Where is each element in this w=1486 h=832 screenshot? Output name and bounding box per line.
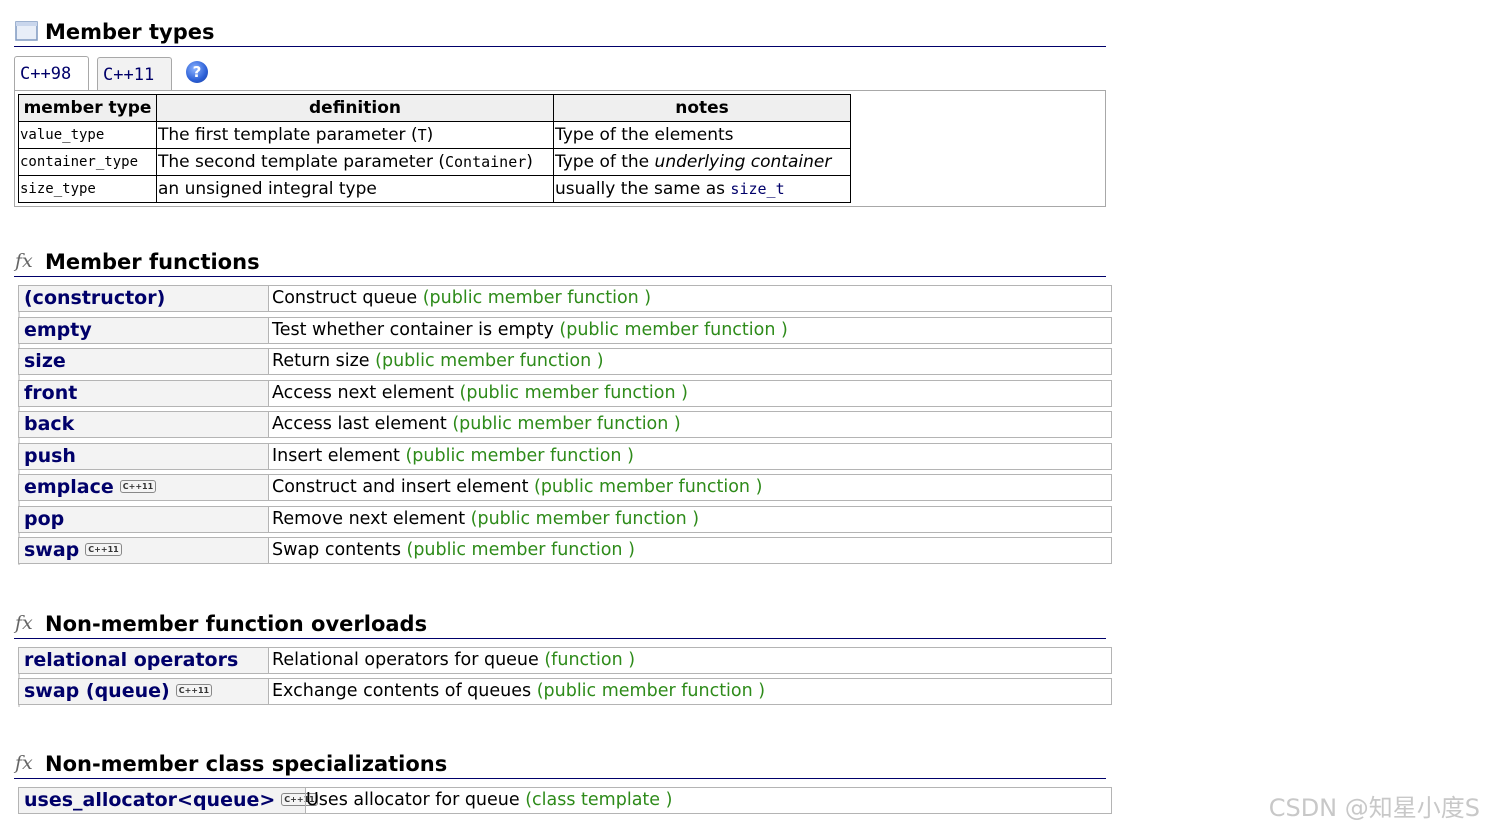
column-header: member type bbox=[18, 94, 157, 122]
list-item: (constructor) Construct queue (public me… bbox=[18, 285, 1112, 312]
tab-cpp11[interactable]: C++11 bbox=[97, 57, 172, 90]
function-icon: fx bbox=[15, 250, 33, 272]
function-link-swap[interactable]: swap C++11 bbox=[24, 538, 122, 563]
list-item: empty Test whether container is empty (p… bbox=[18, 317, 1112, 344]
member-functions-header: fx Member functions bbox=[14, 249, 1106, 277]
function-icon: fx bbox=[15, 612, 33, 634]
function-link-relational-operators[interactable]: relational operators bbox=[24, 648, 238, 673]
function-description: Test whether container is empty (public … bbox=[272, 320, 788, 340]
size-t-link[interactable]: size_t bbox=[730, 180, 784, 198]
notes-cell: Type of the elements bbox=[553, 121, 851, 149]
non-member-overloads-title: Non-member function overloads bbox=[45, 612, 428, 636]
notes-cell: usually the same as size_t bbox=[553, 175, 851, 203]
member-type-cell: value_type bbox=[18, 121, 157, 149]
list-item: relational operators Relational operator… bbox=[18, 647, 1112, 674]
notes-cell: Type of the underlying container bbox=[553, 148, 851, 176]
cpp11-badge: C++11 bbox=[85, 543, 122, 556]
function-link-front[interactable]: front bbox=[24, 381, 77, 406]
watermark: CSDN @知星小度S bbox=[1268, 794, 1480, 822]
cpp11-badge: C++11 bbox=[119, 480, 157, 493]
function-description: Access last element (public member funct… bbox=[272, 414, 681, 434]
function-description: Relational operators for queue (function… bbox=[272, 650, 636, 670]
list-item: emplace C++11 Construct and insert elemen… bbox=[18, 474, 1112, 501]
function-link-constructor[interactable]: (constructor) bbox=[24, 286, 165, 311]
list-item: pop Remove next element (public member f… bbox=[18, 506, 1112, 533]
member-type-cell: container_type bbox=[18, 148, 157, 176]
list-item: back Access last element (public member … bbox=[18, 411, 1112, 438]
member-types-title: Member types bbox=[45, 20, 215, 44]
definition-cell: an unsigned integral type bbox=[156, 175, 554, 203]
table-row: container_type The second template param… bbox=[18, 148, 851, 176]
table-row: value_type The first template parameter … bbox=[18, 121, 851, 149]
function-description: Construct and insert element (public mem… bbox=[272, 477, 763, 497]
function-description: Return size (public member function ) bbox=[272, 351, 604, 371]
function-link-empty[interactable]: empty bbox=[24, 318, 92, 343]
table-row: size_type an unsigned integral type usua… bbox=[18, 175, 851, 203]
function-link-back[interactable]: back bbox=[24, 412, 74, 437]
function-description: Construct queue (public member function … bbox=[272, 288, 652, 308]
non-member-overloads-header: fx Non-member function overloads bbox=[14, 611, 1106, 639]
list-item: front Access next element (public member… bbox=[18, 380, 1112, 407]
function-description: Uses allocator for queue (class template… bbox=[306, 790, 673, 810]
member-functions-title: Member functions bbox=[45, 250, 260, 274]
tab-cpp98[interactable]: C++98 bbox=[14, 56, 89, 91]
function-link-pop[interactable]: pop bbox=[24, 507, 64, 532]
function-link-emplace[interactable]: emplace C++11 bbox=[24, 475, 157, 500]
list-item: size Return size (public member function… bbox=[18, 348, 1112, 375]
list-item: uses_allocator<queue> C++11 Uses allocato… bbox=[18, 787, 1112, 814]
definition-cell: The first template parameter (T) bbox=[156, 121, 554, 149]
list-item: swap (queue) C++11 Exchange contents of q… bbox=[18, 678, 1112, 705]
function-icon: fx bbox=[15, 752, 33, 774]
function-link-uses-allocator[interactable]: uses_allocator<queue> C++11 bbox=[24, 788, 318, 813]
non-member-specializations-header: fx Non-member class specializations bbox=[14, 751, 1106, 779]
function-description: Swap contents (public member function ) bbox=[272, 540, 635, 560]
member-type-cell: size_type bbox=[18, 175, 157, 203]
function-description: Insert element (public member function ) bbox=[272, 446, 634, 466]
list-item: push Insert element (public member funct… bbox=[18, 443, 1112, 470]
function-description: Exchange contents of queues (public memb… bbox=[272, 681, 766, 701]
function-link-swap-queue[interactable]: swap (queue) C++11 bbox=[24, 679, 213, 704]
function-link-push[interactable]: push bbox=[24, 444, 76, 469]
cpp11-badge: C++11 bbox=[175, 684, 213, 697]
member-types-header: Member types bbox=[14, 19, 1106, 47]
column-header: notes bbox=[553, 94, 851, 122]
definition-cell: The second template parameter (Container… bbox=[156, 148, 554, 176]
function-description: Access next element (public member funct… bbox=[272, 383, 688, 403]
list-item: swap C++11 Swap contents (public member f… bbox=[18, 537, 1112, 564]
table-icon bbox=[15, 21, 38, 41]
table-header-row: member type definition notes bbox=[18, 94, 851, 122]
help-icon[interactable]: ? bbox=[186, 61, 208, 83]
non-member-specializations-title: Non-member class specializations bbox=[45, 752, 448, 776]
member-types-table: member type definition notes value_type … bbox=[18, 94, 851, 203]
function-link-size[interactable]: size bbox=[24, 349, 66, 374]
column-header: definition bbox=[156, 94, 554, 122]
function-description: Remove next element (public member funct… bbox=[272, 509, 700, 529]
